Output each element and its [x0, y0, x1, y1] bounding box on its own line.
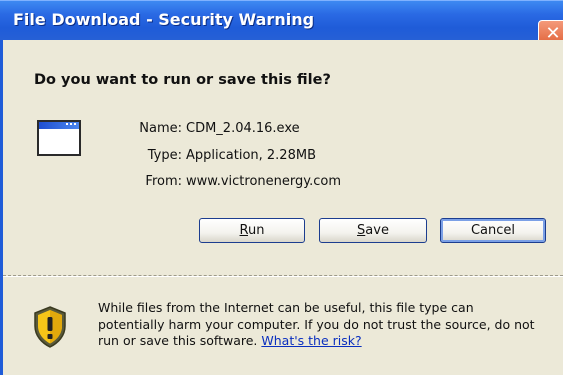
from-label-box: From: — [112, 174, 182, 192]
cancel-button[interactable]: Cancel — [440, 218, 546, 243]
section-separator — [3, 275, 563, 277]
type-value: Application, 2.28MB — [186, 148, 316, 163]
run-label: un — [247, 223, 265, 238]
warning-line-3: run or save this software. What's the ri… — [98, 333, 558, 350]
app-icon-buttons — [66, 123, 76, 129]
title-bar[interactable]: File Download - Security Warning ✕ — [0, 0, 563, 50]
type-label-box: Type: — [112, 148, 182, 166]
security-warning-text: While files from the Internet can be use… — [98, 300, 558, 350]
dialog-question: Do you want to run or save this file? — [34, 72, 331, 88]
warning-line-1: While files from the Internet can be use… — [98, 300, 474, 315]
security-shield-warning-icon — [34, 306, 66, 348]
name-value: CDM_2.04.16.exe — [186, 121, 300, 136]
name-label: Name: — [139, 121, 182, 136]
run-button[interactable]: Run — [199, 218, 305, 243]
application-window-icon — [37, 120, 81, 156]
window-title: File Download - Security Warning — [13, 10, 315, 29]
from-label: From: — [145, 174, 182, 189]
security-warning-dialog: File Download - Security Warning ✕ Do yo… — [0, 0, 563, 375]
from-value: www.victronenergy.com — [186, 174, 341, 189]
name-label-box: Name: — [112, 121, 182, 139]
run-mnemonic: R — [239, 223, 248, 238]
whats-the-risk-link[interactable]: What's the risk? — [261, 333, 361, 348]
warning-line-2: potentially harm your computer. If you d… — [98, 316, 535, 332]
cancel-label: Cancel — [470, 223, 516, 238]
type-label: Type: — [147, 148, 182, 163]
warning-line-3-text: run or save this software. — [98, 333, 258, 348]
save-label: ave — [365, 223, 389, 238]
save-button[interactable]: Save — [319, 218, 427, 243]
